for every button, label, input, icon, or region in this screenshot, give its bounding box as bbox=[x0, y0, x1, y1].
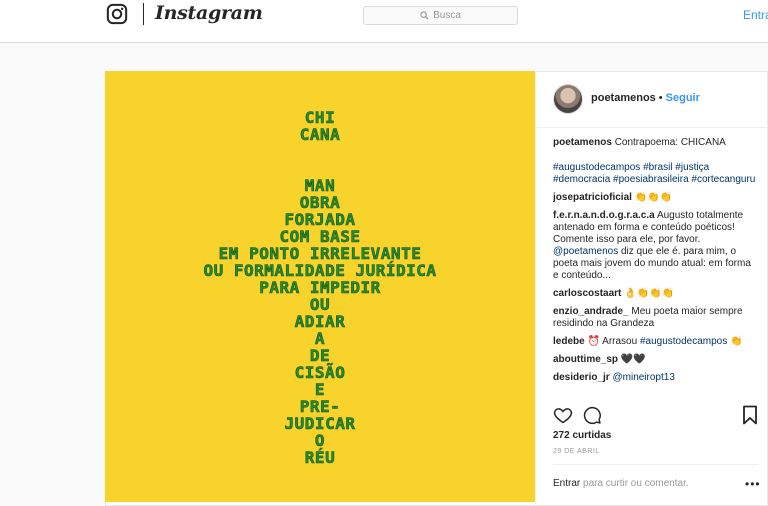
poem-line: CANA bbox=[299, 125, 341, 144]
caption-text: Contrapoema: CHICANA bbox=[614, 137, 726, 148]
poem-line: PARA IMPEDIR bbox=[259, 278, 381, 297]
comment-username[interactable]: josepatricioficial bbox=[553, 192, 632, 203]
comment-username[interactable]: enzio_andrade_ bbox=[553, 306, 629, 317]
bookmark-icon[interactable] bbox=[742, 405, 758, 425]
poem-line: E bbox=[314, 380, 326, 399]
comment-username[interactable]: f.e.r.n.a.n.d.o.g.r.a.c.a bbox=[553, 210, 655, 221]
poem-line bbox=[105, 143, 535, 177]
top-navigation: Instagram Busca Entrar bbox=[0, 0, 768, 43]
post-date[interactable]: 29 DE ABRIL bbox=[553, 448, 600, 455]
comment-text-cont: 👏 bbox=[730, 336, 743, 347]
comment-item: f.e.r.n.a.n.d.o.g.r.a.c.a Augusto totalm… bbox=[553, 210, 758, 282]
poem-line: CHI bbox=[304, 108, 336, 127]
comment-item: carloscostaart 👌👏👏👏 bbox=[553, 288, 758, 300]
poem-line: JUDICAR bbox=[284, 414, 356, 433]
comment-text: 👏👏👏 bbox=[634, 192, 673, 203]
search-input[interactable]: Busca bbox=[363, 6, 518, 25]
poem-line: OU bbox=[309, 295, 331, 314]
instagram-glyph-icon[interactable] bbox=[106, 3, 128, 25]
hashtags[interactable]: #augustodecampos #brasil #justiça #democ… bbox=[553, 162, 755, 185]
comment-username[interactable]: carloscostaart bbox=[553, 288, 621, 299]
post-image[interactable]: CHI CANA MAN OBRA FORJADA COM BASE EM PONTO IR… bbox=[105, 71, 535, 502]
comment-item: desiderio_jr @mineiropt13 bbox=[553, 372, 758, 384]
caption-username[interactable]: poetamenos bbox=[553, 137, 612, 148]
comment-box: Entrar para curtir ou comentar. ••• bbox=[553, 464, 761, 500]
post-actions bbox=[553, 405, 758, 427]
poem-line: OU FORMALIDADE JURÍDICA bbox=[203, 261, 437, 280]
comment-prompt-text: para curtir ou comentar. bbox=[583, 478, 689, 489]
poem-line: RÉU bbox=[304, 448, 336, 467]
likes-count[interactable]: 272 curtidas bbox=[553, 430, 611, 441]
poem-line: COM BASE bbox=[279, 227, 361, 246]
poem-line: FORJADA bbox=[284, 210, 356, 229]
caption-hashtags: #augustodecampos #brasil #justiça #democ… bbox=[553, 162, 758, 186]
comment-item: abouttime_sp 🖤🖤 bbox=[553, 354, 758, 366]
comment-prompt: Entrar para curtir ou comentar. bbox=[553, 478, 689, 489]
poem-line: CISÃO bbox=[294, 363, 346, 382]
search-placeholder: Busca bbox=[433, 10, 461, 21]
separator-dot: • bbox=[658, 92, 663, 104]
comment-username[interactable]: abouttime_sp bbox=[553, 354, 618, 365]
comment-item: ledebe ⏰ Arrasou #augustodecampos 👏 bbox=[553, 336, 758, 348]
comment-icon[interactable] bbox=[582, 405, 602, 425]
comment-username[interactable]: ledebe bbox=[553, 336, 585, 347]
poem-line: O bbox=[314, 431, 326, 450]
nav-divider bbox=[143, 3, 144, 25]
concrete-poem: CHI CANA MAN OBRA FORJADA COM BASE EM PONTO IR… bbox=[105, 108, 535, 467]
post-header: poetamenos • Seguir bbox=[536, 71, 768, 128]
poem-line: A bbox=[314, 329, 326, 348]
poem-line: DE bbox=[309, 346, 331, 365]
search-icon bbox=[420, 11, 429, 20]
post-header-text: poetamenos • Seguir bbox=[591, 92, 700, 104]
poem-line: EM PONTO IRRELEVANTE bbox=[218, 244, 422, 263]
more-options-icon[interactable]: ••• bbox=[745, 477, 761, 491]
poem-line: ADIAR bbox=[294, 312, 346, 331]
instagram-wordmark[interactable]: Instagram bbox=[155, 2, 263, 24]
comment-text: ⏰ Arrasou bbox=[587, 336, 638, 347]
login-link[interactable]: Entrar bbox=[743, 8, 768, 22]
caption: poetamenos Contrapoema: CHICANA bbox=[553, 137, 758, 149]
poem-line: OBRA bbox=[299, 193, 341, 212]
heart-icon[interactable] bbox=[553, 405, 573, 425]
follow-button[interactable]: Seguir bbox=[666, 92, 700, 104]
poem-line: MAN bbox=[304, 176, 336, 195]
comments-list: poetamenos Contrapoema: CHICANA #augusto… bbox=[553, 137, 758, 405]
poem-line: PRE- bbox=[299, 397, 341, 416]
comment-item: josepatricioficial 👏👏👏 bbox=[553, 192, 758, 204]
post-username[interactable]: poetamenos bbox=[591, 92, 656, 104]
avatar[interactable] bbox=[553, 84, 583, 114]
comment-hashtag[interactable]: #augustodecampos bbox=[640, 336, 727, 347]
comment-text: 👌👏👏👏 bbox=[624, 288, 674, 299]
comment-login-link[interactable]: Entrar bbox=[553, 478, 580, 489]
comment-mention[interactable]: @poetamenos bbox=[553, 246, 618, 257]
comment-mention[interactable]: @mineiropt13 bbox=[612, 372, 674, 383]
comment-username[interactable]: desiderio_jr bbox=[553, 372, 610, 383]
comment-text: 🖤🖤 bbox=[620, 354, 646, 365]
comment-item: enzio_andrade_ Meu poeta maior sempre re… bbox=[553, 306, 758, 330]
post-side-panel: poetamenos • Seguir poetamenos Contrapoema… bbox=[535, 71, 768, 506]
